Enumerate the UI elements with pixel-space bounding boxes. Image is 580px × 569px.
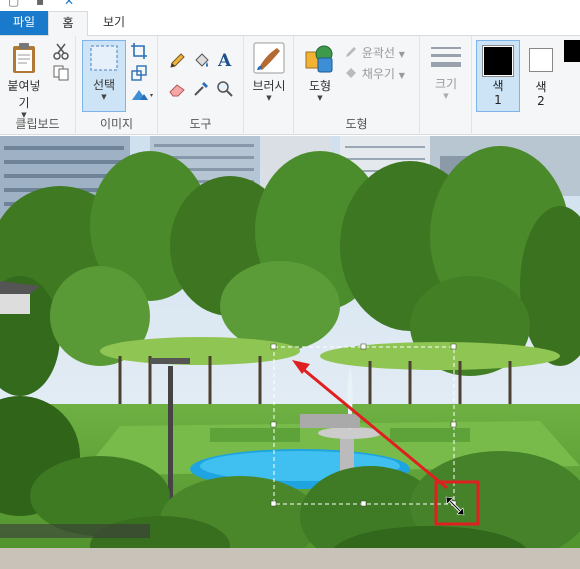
clipboard-group: 붙여넣기 ▼ 클립보드 (0, 36, 76, 135)
color-picker-icon[interactable] (192, 80, 210, 98)
shapes-group: 도형 ▼ 윤곽선 ▼ 채우기 ▼ 도형 (294, 36, 420, 135)
fill-icon (346, 68, 356, 78)
line-size-icon (431, 47, 461, 67)
color1-swatch (482, 45, 514, 77)
shapes-label: 도형 (308, 79, 332, 93)
paste-label: 붙여넣기 (7, 79, 41, 110)
paste-button[interactable]: 붙여넣기 ▼ (2, 42, 46, 119)
rotate-icon[interactable] (130, 86, 156, 104)
select-dropdown-caret-icon[interactable]: ▼ (83, 93, 125, 101)
select-label: 선택 (92, 78, 116, 92)
outline-pencil-icon (346, 47, 356, 57)
color1-label-b: 1 (494, 93, 502, 107)
crop-icon[interactable] (130, 42, 148, 60)
shapes-dropdown-caret-icon[interactable]: ▼ (300, 94, 340, 102)
copy-icon[interactable] (52, 64, 70, 82)
tab-home[interactable]: 홈 (48, 11, 88, 37)
paint-app-icon: ✕ (64, 0, 75, 8)
clipboard-group-label: 클립보드 (15, 117, 60, 131)
fill-bucket-icon[interactable] (192, 52, 210, 70)
pencil-icon[interactable] (168, 52, 186, 70)
color2-button[interactable]: 색 2 (524, 44, 558, 107)
color1-label-a: 색 (492, 79, 504, 93)
outline-label: 윤곽선 (361, 46, 395, 60)
eraser-icon[interactable] (168, 80, 186, 98)
clipboard-icon (13, 43, 35, 73)
brushes-dropdown-caret-icon[interactable]: ▼ (248, 94, 290, 102)
outline-button[interactable]: 윤곽선 ▼ (344, 44, 405, 61)
title-bar: ▢ ▪ ✕ (0, 0, 580, 8)
size-label: 크기 (434, 77, 458, 91)
shapes-button[interactable]: 도형 ▼ (300, 42, 340, 102)
size-button[interactable]: 크기 ▼ (426, 44, 466, 100)
tools-group: A 도구 (158, 36, 244, 135)
fill-caret-icon: ▼ (398, 71, 405, 80)
image-group: 선택 ▼ 이미지 (76, 36, 158, 135)
tab-file[interactable]: 파일 (0, 11, 48, 35)
outline-caret-icon: ▼ (398, 50, 405, 59)
resize-icon[interactable] (130, 64, 148, 82)
canvas[interactable] (0, 136, 580, 569)
shapes-group-label: 도형 (345, 117, 368, 131)
brushes-button[interactable]: 브러시 ▼ (248, 42, 290, 102)
brushes-label: 브러시 (252, 79, 286, 93)
select-button[interactable]: 선택 ▼ (82, 40, 126, 112)
svg-text:A: A (217, 51, 232, 68)
size-group: 크기 ▼ (420, 36, 472, 135)
image-group-label: 이미지 (99, 117, 134, 131)
shapes-icon (305, 45, 333, 73)
brush-icon (253, 42, 285, 74)
color2-swatch (529, 48, 553, 72)
tab-view[interactable]: 보기 (92, 11, 136, 36)
color1-button[interactable]: 색 1 (476, 40, 520, 112)
text-tool-icon[interactable]: A (216, 50, 234, 68)
lamp-post (168, 366, 173, 506)
ribbon: 붙여넣기 ▼ 클립보드 선택 ▼ 이미지 A 도구 브러시 ▼ 도형 ▼ 윤곽선… (0, 36, 580, 135)
cut-icon[interactable] (52, 42, 70, 60)
quick-access-icon[interactable]: ▢ (8, 0, 19, 8)
rectangle-select-icon (90, 45, 118, 71)
size-dropdown-caret-icon: ▼ (443, 92, 449, 100)
magnifier-icon[interactable] (216, 80, 234, 98)
tools-group-label: 도구 (189, 117, 212, 131)
park-photo (0, 136, 580, 569)
fill-label: 채우기 (361, 67, 395, 81)
brushes-group: 브러시 ▼ (244, 36, 294, 135)
color2-label-b: 2 (537, 94, 545, 108)
ribbon-tabs: 파일 홈 보기 (0, 8, 580, 37)
palette-color-black[interactable] (564, 40, 580, 62)
color2-label-a: 색 (535, 80, 547, 94)
fill-button[interactable]: 채우기 ▼ (344, 65, 405, 82)
undo-icon[interactable]: ▪ (36, 0, 44, 8)
